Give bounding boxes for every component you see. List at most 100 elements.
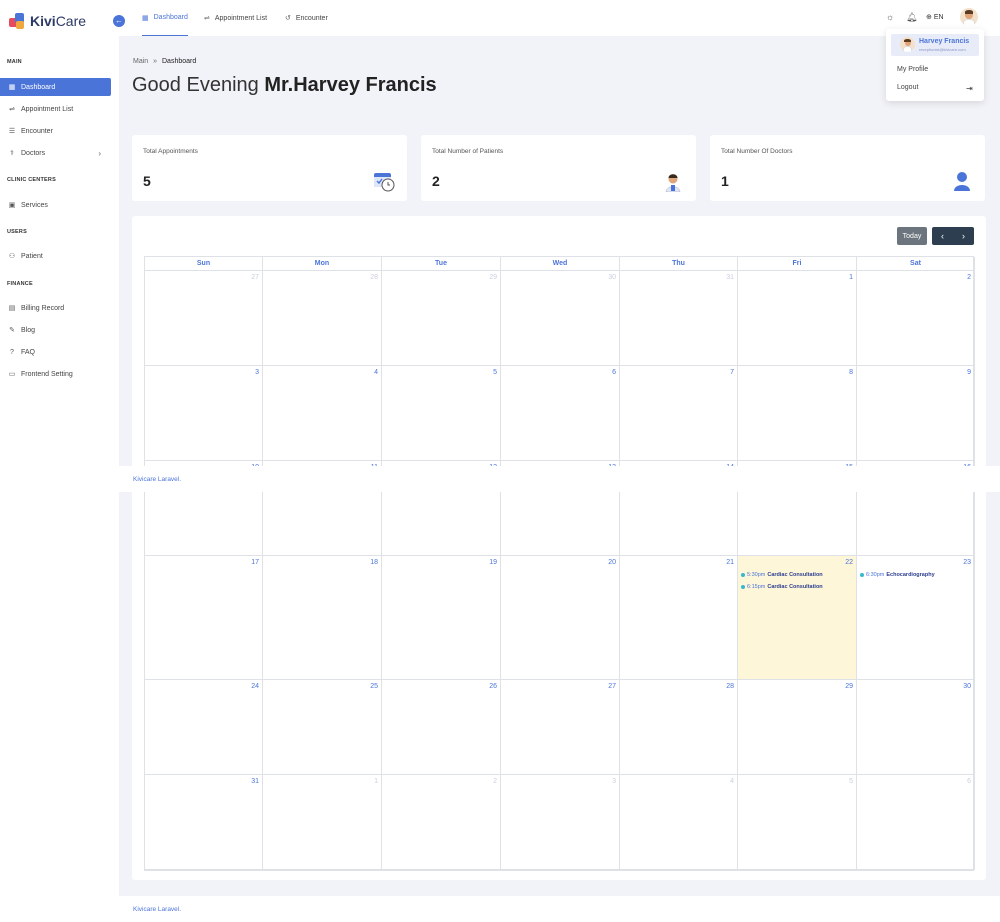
day-number[interactable]: 5 — [493, 369, 497, 376]
day-number[interactable]: 18 — [370, 559, 378, 566]
day-number[interactable]: 30 — [608, 274, 616, 281]
calendar-day-cell[interactable]: 22 5:30pm Cardiac Consultation 6:15pm Cardia… — [738, 556, 857, 680]
sidebar-item-dashboard[interactable]: ▦ Dashboard — [0, 78, 111, 96]
day-number[interactable]: 9 — [967, 369, 971, 376]
calendar-day-cell[interactable]: 1 — [738, 271, 857, 366]
tab-encounter[interactable]: ↺ Encounter — [285, 0, 328, 36]
day-number[interactable]: 23 — [963, 559, 971, 566]
notification-bell-icon[interactable]: 🔔︎ — [906, 12, 917, 23]
sidebar-item-appointment-list[interactable]: ⇌ Appointment List — [0, 100, 111, 118]
calendar-day-cell[interactable]: 8 — [738, 366, 857, 461]
calendar-day-cell[interactable]: 3 — [501, 775, 620, 870]
footer-text[interactable]: Kivicare Laravel. — [133, 476, 181, 483]
day-number[interactable]: 4 — [374, 369, 378, 376]
calendar-day-cell[interactable]: 31 — [620, 271, 738, 366]
tab-dashboard[interactable]: ▦ Dashboard — [142, 0, 188, 36]
day-number[interactable]: 5 — [849, 778, 853, 785]
calendar-day-cell[interactable]: 2 — [857, 271, 975, 366]
theme-toggle-sun-icon[interactable]: ☼ — [886, 12, 894, 22]
day-number[interactable]: 3 — [612, 778, 616, 785]
calendar-day-cell[interactable]: 2 — [382, 775, 501, 870]
sidebar-collapse-button[interactable]: ← — [113, 15, 125, 27]
day-number[interactable]: 2 — [967, 274, 971, 281]
sidebar-item-encounter[interactable]: ☰ Encounter — [0, 122, 111, 140]
footer-text[interactable]: Kivicare Laravel. — [133, 906, 181, 913]
day-number[interactable]: 31 — [726, 274, 734, 281]
calendar-event[interactable]: 6:30pm Echocardiography — [860, 572, 935, 578]
day-number[interactable]: 28 — [370, 274, 378, 281]
calendar-day-cell[interactable]: 9 — [857, 366, 975, 461]
calendar-day-cell[interactable]: 27 — [501, 680, 620, 775]
day-number[interactable]: 30 — [963, 683, 971, 690]
day-number[interactable]: 17 — [251, 559, 259, 566]
calendar-event[interactable]: 6:15pm Cardiac Consultation — [741, 584, 823, 590]
day-number[interactable]: 7 — [730, 369, 734, 376]
my-profile-menu-item[interactable]: My Profile — [897, 66, 928, 73]
calendar-day-cell[interactable]: 21 — [620, 556, 738, 680]
today-button[interactable]: Today — [897, 227, 927, 245]
calendar-day-cell[interactable]: 26 — [382, 680, 501, 775]
sidebar-item-doctors[interactable]: ⚕ Doctors › — [0, 144, 111, 162]
language-selector[interactable]: ⊕ EN — [926, 13, 944, 21]
calendar-day-cell[interactable]: 29 — [382, 271, 501, 366]
day-number[interactable]: 19 — [489, 559, 497, 566]
calendar-day-cell[interactable]: 5 — [382, 366, 501, 461]
day-number[interactable]: 24 — [251, 683, 259, 690]
calendar-day-cell[interactable]: 19 — [382, 556, 501, 680]
calendar-event[interactable]: 5:30pm Cardiac Consultation — [741, 572, 823, 578]
breadcrumb-root[interactable]: Main — [133, 58, 148, 65]
sidebar-item-blog[interactable]: ✎ Blog — [0, 321, 111, 339]
day-number[interactable]: 29 — [489, 274, 497, 281]
calendar-day-cell[interactable]: 7 — [620, 366, 738, 461]
day-number[interactable]: 31 — [251, 778, 259, 785]
logout-icon[interactable]: ⇥ — [966, 84, 973, 93]
calendar-day-cell[interactable]: 18 — [263, 556, 382, 680]
day-number[interactable]: 28 — [726, 683, 734, 690]
sidebar-item-billing-record[interactable]: ▤ Billing Record — [0, 299, 111, 317]
calendar-day-cell[interactable]: 3 — [145, 366, 263, 461]
day-number[interactable]: 6 — [612, 369, 616, 376]
calendar-day-cell[interactable]: 1 — [263, 775, 382, 870]
day-number[interactable]: 25 — [370, 683, 378, 690]
sidebar-item-services[interactable]: ▣ Services — [0, 196, 111, 214]
day-number[interactable]: 3 — [255, 369, 259, 376]
logout-menu-item[interactable]: Logout — [897, 84, 918, 91]
next-month-button[interactable]: › — [953, 227, 974, 245]
day-number[interactable]: 1 — [374, 778, 378, 785]
calendar-day-cell[interactable]: 27 — [145, 271, 263, 366]
user-avatar[interactable] — [960, 8, 978, 26]
calendar-day-cell[interactable]: 25 — [263, 680, 382, 775]
day-number[interactable]: 4 — [730, 778, 734, 785]
prev-month-button[interactable]: ‹ — [932, 227, 953, 245]
day-number[interactable]: 27 — [608, 683, 616, 690]
calendar-day-cell[interactable]: 30 — [857, 680, 975, 775]
app-logo[interactable]: KiviCare — [0, 0, 119, 42]
day-number[interactable]: 21 — [726, 559, 734, 566]
day-number[interactable]: 8 — [849, 369, 853, 376]
calendar-day-cell[interactable]: 5 — [738, 775, 857, 870]
day-number[interactable]: 22 — [845, 559, 853, 566]
day-number[interactable]: 2 — [493, 778, 497, 785]
day-number[interactable]: 29 — [845, 683, 853, 690]
calendar-day-cell[interactable]: 23 6:30pm Echocardiography — [857, 556, 975, 680]
calendar-day-cell[interactable]: 4 — [263, 366, 382, 461]
tab-appointment-list[interactable]: ⇌ Appointment List — [204, 0, 267, 36]
calendar-day-cell[interactable]: 28 — [263, 271, 382, 366]
calendar-day-cell[interactable]: 4 — [620, 775, 738, 870]
calendar-day-cell[interactable]: 17 — [145, 556, 263, 680]
day-number[interactable]: 1 — [849, 274, 853, 281]
calendar-day-cell[interactable]: 6 — [857, 775, 975, 870]
calendar-day-cell[interactable]: 30 — [501, 271, 620, 366]
day-number[interactable]: 26 — [489, 683, 497, 690]
calendar-day-cell[interactable]: 31 — [145, 775, 263, 870]
day-number[interactable]: 27 — [251, 274, 259, 281]
calendar-day-cell[interactable]: 28 — [620, 680, 738, 775]
sidebar-item-faq[interactable]: ? FAQ — [0, 343, 111, 361]
calendar-day-cell[interactable]: 20 — [501, 556, 620, 680]
day-number[interactable]: 20 — [608, 559, 616, 566]
day-number[interactable]: 6 — [967, 778, 971, 785]
profile-dropdown-user[interactable]: Harvey Francis receptionist@kivicare.com — [891, 34, 979, 56]
calendar-day-cell[interactable]: 6 — [501, 366, 620, 461]
sidebar-item-patient[interactable]: ⚇ Patient — [0, 247, 111, 265]
calendar-day-cell[interactable]: 29 — [738, 680, 857, 775]
